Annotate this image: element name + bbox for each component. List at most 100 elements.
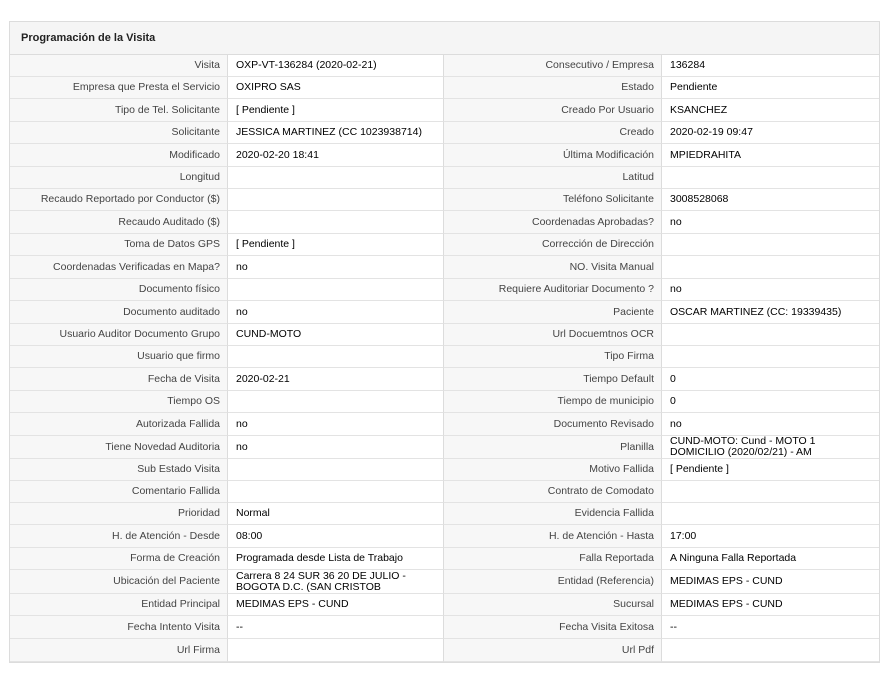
ubicacion-del-paciente-value: Carrera 8 24 SUR 36 20 DE JULIO - BOGOTA… (227, 570, 444, 594)
longitud-value (227, 167, 444, 189)
telefono-solicitante-label: Teléfono Solicitante (444, 189, 661, 211)
autorizada-fallida-label: Autorizada Fallida (10, 413, 227, 436)
evidencia-fallida-value (661, 503, 879, 525)
longitud-label: Longitud (10, 167, 227, 189)
ultima-modificacion-value: MPIEDRAHITA (661, 144, 879, 167)
creado-por-usuario-value: KSANCHEZ (661, 99, 879, 122)
url-docuemtnos-ocr-label: Url Docuemtnos OCR (444, 324, 661, 346)
coordenadas-verificadas-en-mapa-value: no (227, 256, 444, 279)
creado-label: Creado (444, 122, 661, 144)
fecha-intento-visita-label: Fecha Intento Visita (10, 616, 227, 639)
correccion-de-direccion-value (661, 234, 879, 256)
modificado-value: 2020-02-20 18:41 (227, 144, 444, 167)
planilla-label: Planilla (444, 436, 661, 459)
correccion-de-direccion-label: Corrección de Dirección (444, 234, 661, 256)
url-pdf-value (661, 639, 879, 662)
coordenadas-aprobadas-label: Coordenadas Aprobadas? (444, 211, 661, 234)
tipo-firma-value (661, 346, 879, 368)
falla-reportada-label: Falla Reportada (444, 548, 661, 570)
evidencia-fallida-label: Evidencia Fallida (444, 503, 661, 525)
panel-title: Programación de la Visita (10, 22, 879, 55)
latitud-label: Latitud (444, 167, 661, 189)
empresa-que-presta-el-servicio-label: Empresa que Presta el Servicio (10, 77, 227, 99)
coordenadas-verificadas-en-mapa-label: Coordenadas Verificadas en Mapa? (10, 256, 227, 279)
consecutivo-empresa-value: 136284 (661, 55, 879, 77)
fecha-visita-exitosa-value: -- (661, 616, 879, 639)
prioridad-value: Normal (227, 503, 444, 525)
solicitante-value: JESSICA MARTINEZ (CC 1023938714) (227, 122, 444, 144)
url-firma-value (227, 639, 444, 662)
solicitante-label: Solicitante (10, 122, 227, 144)
tipo-de-tel-solicitante-value: [ Pendiente ] (227, 99, 444, 122)
url-firma-label: Url Firma (10, 639, 227, 662)
usuario-auditor-documento-grupo-label: Usuario Auditor Documento Grupo (10, 324, 227, 346)
entidad-referencia-label: Entidad (Referencia) (444, 570, 661, 594)
toma-de-datos-gps-label: Toma de Datos GPS (10, 234, 227, 256)
creado-value: 2020-02-19 09:47 (661, 122, 879, 144)
ubicacion-del-paciente-label: Ubicación del Paciente (10, 570, 227, 594)
toma-de-datos-gps-value: [ Pendiente ] (227, 234, 444, 256)
estado-value: Pendiente (661, 77, 879, 99)
h-de-atencion-desde-label: H. de Atención - Desde (10, 525, 227, 548)
autorizada-fallida-value: no (227, 413, 444, 436)
comentario-fallida-label: Comentario Fallida (10, 481, 227, 503)
contrato-de-comodato-label: Contrato de Comodato (444, 481, 661, 503)
falla-reportada-value: A Ninguna Falla Reportada (661, 548, 879, 570)
tiempo-default-label: Tiempo Default (444, 368, 661, 391)
telefono-solicitante-value: 3008528068 (661, 189, 879, 211)
tiempo-os-value (227, 391, 444, 413)
paciente-label: Paciente (444, 301, 661, 324)
motivo-fallida-value: [ Pendiente ] (661, 459, 879, 481)
visit-details-grid: Visita OXP-VT-136284 (2020-02-21) Consecut… (10, 55, 879, 662)
usuario-auditor-documento-grupo-value: CUND-MOTO (227, 324, 444, 346)
latitud-value (661, 167, 879, 189)
coordenadas-aprobadas-value: no (661, 211, 879, 234)
url-docuemtnos-ocr-value (661, 324, 879, 346)
creado-por-usuario-label: Creado Por Usuario (444, 99, 661, 122)
modificado-label: Modificado (10, 144, 227, 167)
planilla-value: CUND-MOTO: Cund - MOTO 1 DOMICILIO (2020… (661, 436, 879, 459)
sucursal-value: MEDIMAS EPS - CUND (661, 594, 879, 616)
tiene-novedad-auditoria-value: no (227, 436, 444, 459)
tiempo-de-municipio-label: Tiempo de municipio (444, 391, 661, 413)
documento-revisado-value: no (661, 413, 879, 436)
comentario-fallida-value (227, 481, 444, 503)
documento-auditado-label: Documento auditado (10, 301, 227, 324)
entidad-principal-label: Entidad Principal (10, 594, 227, 616)
requiere-auditoriar-documento-label: Requiere Auditoriar Documento ? (444, 279, 661, 301)
fecha-de-visita-label: Fecha de Visita (10, 368, 227, 391)
fecha-intento-visita-value: -- (227, 616, 444, 639)
documento-revisado-label: Documento Revisado (444, 413, 661, 436)
sub-estado-visita-value (227, 459, 444, 481)
tiene-novedad-auditoria-label: Tiene Novedad Auditoria (10, 436, 227, 459)
recaudo-auditado-value (227, 211, 444, 234)
visita-value: OXP-VT-136284 (2020-02-21) (227, 55, 444, 77)
contrato-de-comodato-value (661, 481, 879, 503)
visita-label: Visita (10, 55, 227, 77)
estado-label: Estado (444, 77, 661, 99)
tiempo-de-municipio-value: 0 (661, 391, 879, 413)
tipo-de-tel-solicitante-label: Tipo de Tel. Solicitante (10, 99, 227, 122)
recaudo-auditado-label: Recaudo Auditado ($) (10, 211, 227, 234)
usuario-que-firmo-value (227, 346, 444, 368)
no-visita-manual-value (661, 256, 879, 279)
fecha-visita-exitosa-label: Fecha Visita Exitosa (444, 616, 661, 639)
forma-de-creacion-label: Forma de Creación (10, 548, 227, 570)
recaudo-reportado-por-conductor-value (227, 189, 444, 211)
tiempo-default-value: 0 (661, 368, 879, 391)
tipo-firma-label: Tipo Firma (444, 346, 661, 368)
motivo-fallida-label: Motivo Fallida (444, 459, 661, 481)
consecutivo-empresa-label: Consecutivo / Empresa (444, 55, 661, 77)
h-de-atencion-desde-value: 08:00 (227, 525, 444, 548)
ultima-modificacion-label: Última Modificación (444, 144, 661, 167)
documento-fisico-label: Documento físico (10, 279, 227, 301)
usuario-que-firmo-label: Usuario que firmo (10, 346, 227, 368)
entidad-referencia-value: MEDIMAS EPS - CUND (661, 570, 879, 594)
h-de-atencion-hasta-value: 17:00 (661, 525, 879, 548)
sub-estado-visita-label: Sub Estado Visita (10, 459, 227, 481)
h-de-atencion-hasta-label: H. de Atención - Hasta (444, 525, 661, 548)
documento-fisico-value (227, 279, 444, 301)
no-visita-manual-label: NO. Visita Manual (444, 256, 661, 279)
fecha-de-visita-value: 2020-02-21 (227, 368, 444, 391)
recaudo-reportado-por-conductor-label: Recaudo Reportado por Conductor ($) (10, 189, 227, 211)
